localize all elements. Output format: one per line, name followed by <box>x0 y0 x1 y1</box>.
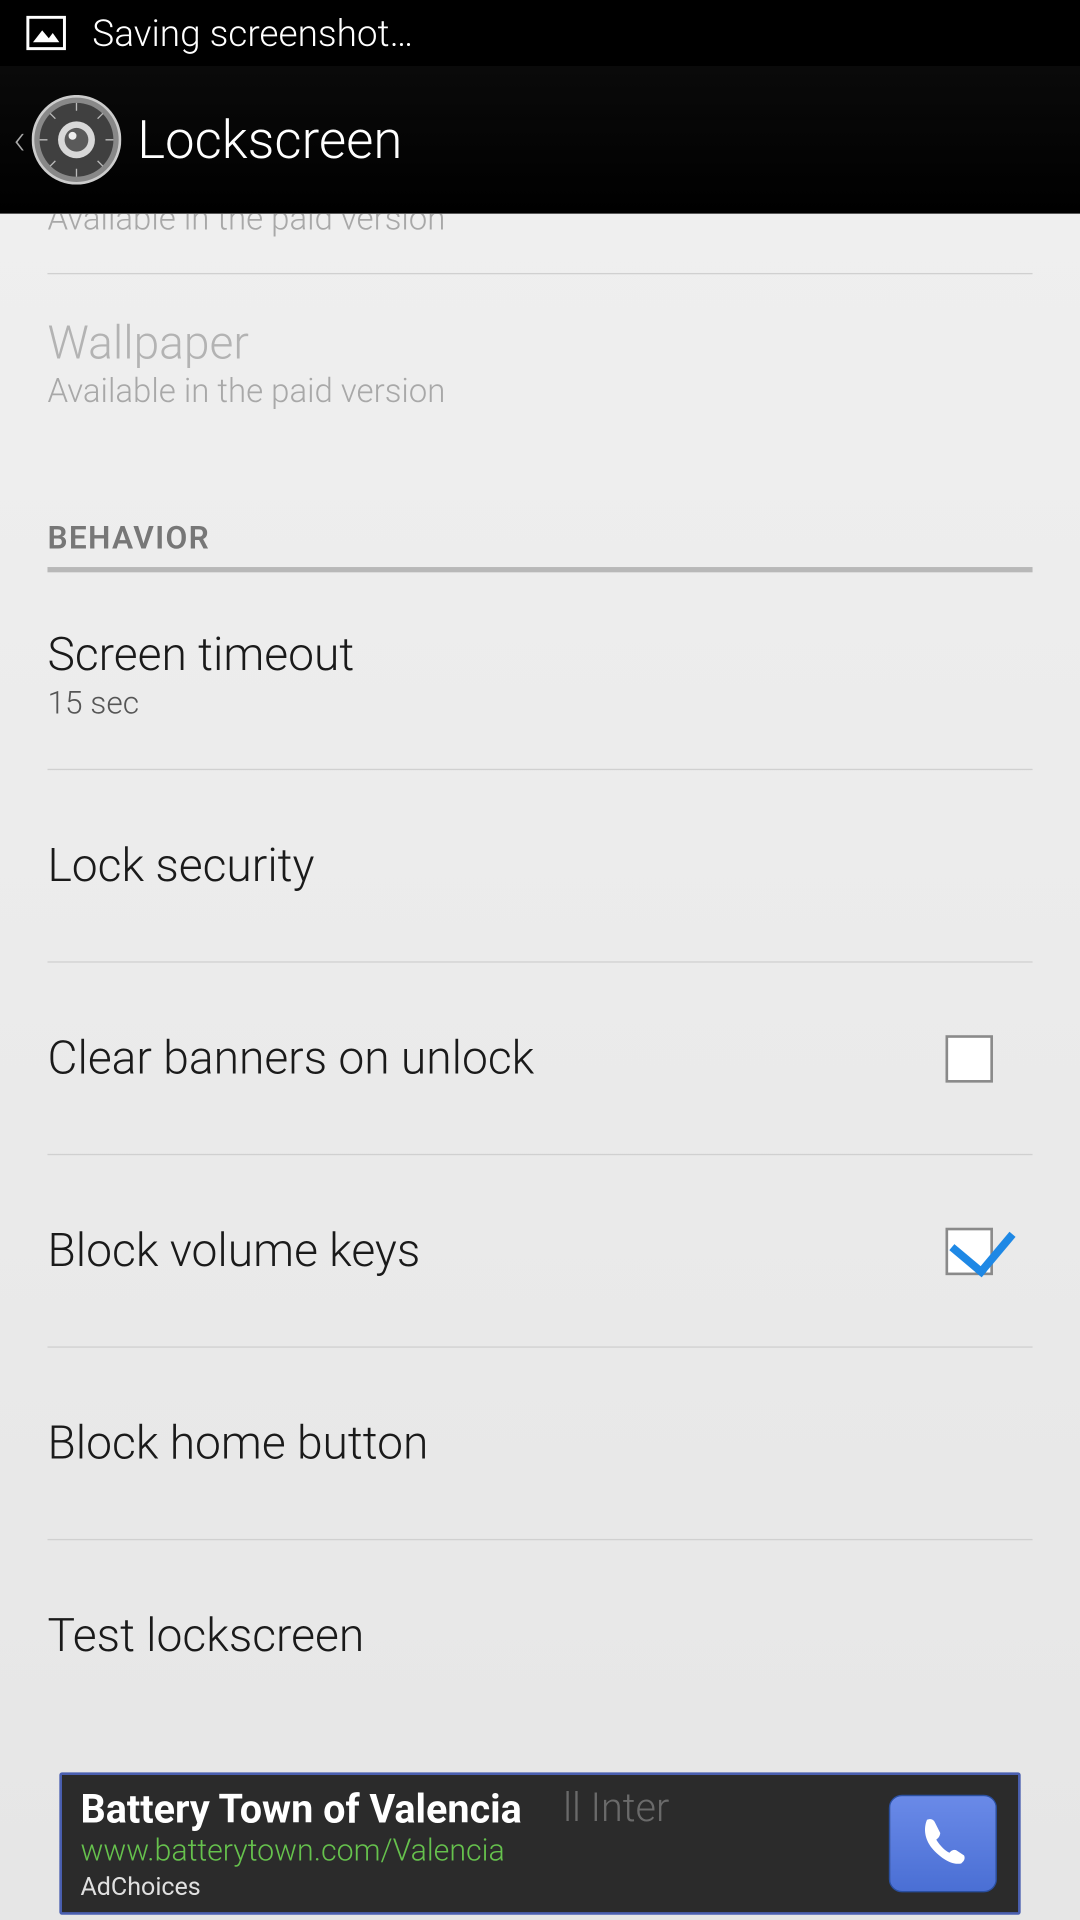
setting-title: Wallpaper <box>47 316 445 370</box>
setting-row-screen-timeout[interactable]: Screen timeout 15 sec <box>47 580 1032 770</box>
ad-background-text: ll Inter <box>563 1786 669 1832</box>
setting-title: Lock security <box>47 839 314 893</box>
setting-title: Test lockscreen <box>47 1609 364 1663</box>
safe-dial-icon <box>32 95 122 185</box>
checkbox[interactable] <box>946 1227 993 1274</box>
app-bar[interactable]: ‹ Lockscreen <box>0 66 1080 214</box>
setting-subtitle: 15 sec <box>47 684 354 721</box>
ad-choices-label: AdChoices <box>80 1871 521 1901</box>
status-text: Saving screenshot… <box>92 11 413 55</box>
ad-url: www.batterytown.com/Valencia <box>80 1832 521 1868</box>
ad-title: Battery Town of Valencia <box>80 1786 521 1832</box>
page-title: Lockscreen <box>137 109 402 171</box>
section-header-behavior: BEHAVIOR <box>47 454 1032 573</box>
setting-row-block-home[interactable]: Block home button <box>47 1348 1032 1541</box>
checkbox[interactable] <box>946 1035 993 1082</box>
picture-icon <box>26 16 66 50</box>
setting-row-wallpaper: Wallpaper Available in the paid version <box>47 274 1032 453</box>
setting-title: Block volume keys <box>47 1224 420 1278</box>
setting-row-clear-banners[interactable]: Clear banners on unlock <box>47 963 1032 1156</box>
ad-banner[interactable]: ll Inter Battery Town of Valencia www.ba… <box>59 1772 1020 1914</box>
phone-icon <box>914 1812 972 1875</box>
content-area: Available in the paid version Wallpaper … <box>0 214 1080 1920</box>
setting-title: Screen timeout <box>47 628 354 682</box>
setting-row-block-volume[interactable]: Block volume keys <box>47 1155 1032 1348</box>
setting-title: Clear banners on unlock <box>47 1031 534 1085</box>
call-button[interactable] <box>889 1795 997 1893</box>
setting-row-test-lockscreen[interactable]: Test lockscreen <box>47 1540 1032 1731</box>
back-chevron-icon[interactable]: ‹ <box>13 113 26 166</box>
setting-subtitle: Available in the paid version <box>47 214 445 239</box>
section-header-text: BEHAVIOR <box>47 520 210 557</box>
status-bar: Saving screenshot… <box>0 0 1080 66</box>
setting-subtitle: Available in the paid version <box>47 373 445 411</box>
setting-title: Block home button <box>47 1416 428 1470</box>
setting-row-lock-security[interactable]: Lock security <box>47 770 1032 963</box>
setting-row-paid-partial: Available in the paid version <box>47 214 1032 275</box>
